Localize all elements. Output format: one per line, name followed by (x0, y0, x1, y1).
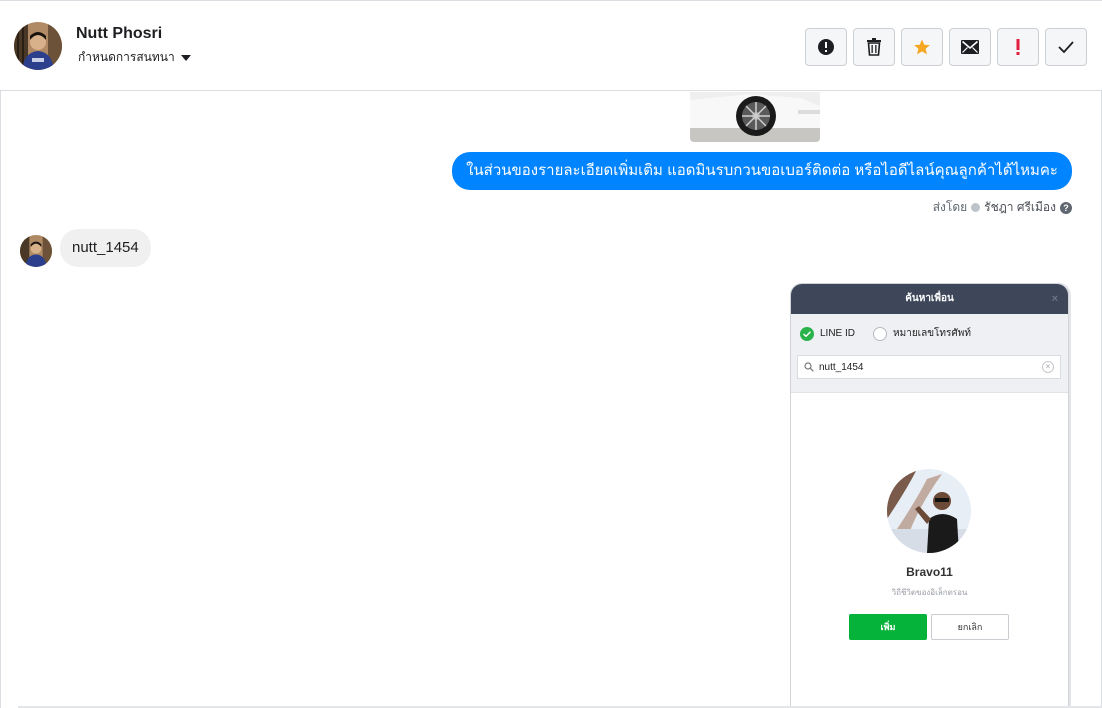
mark-unread-button[interactable] (949, 28, 991, 66)
line-result: Bravo11 วิถีชีวิตของอิเล็กตรอน เพิ่ม ยกเ… (791, 393, 1068, 708)
friend-status: วิถีชีวิตของอิเล็กตรอน (891, 588, 968, 597)
sent-by-prefix: ส่งโดย (932, 200, 968, 214)
sender-avatar[interactable] (20, 235, 52, 267)
priority-button[interactable] (997, 28, 1039, 66)
follow-up-button[interactable] (901, 28, 943, 66)
clear-icon: × (1042, 361, 1054, 373)
radio-empty-icon (873, 326, 888, 341)
sent-by-agent[interactable]: รัชฎา ศรีเมือง (984, 198, 1056, 217)
caret-down-icon (180, 54, 191, 61)
contact-name: Nutt Phosri (76, 25, 163, 42)
search-icon (804, 362, 814, 372)
option-line-id: LINE ID (820, 328, 856, 339)
line-add-button: เพิ่ม (849, 614, 927, 640)
trash-icon (867, 38, 881, 56)
alert-circle-icon (818, 39, 834, 55)
star-icon (914, 39, 930, 55)
contact-avatar[interactable] (14, 22, 62, 70)
message-thread: ในส่วนของรายละเอียดเพิ่มเติม แอดมินรบกวน… (0, 92, 1102, 708)
agent-badge-icon (971, 203, 981, 212)
assign-conversation-dropdown[interactable]: กำหนดการสนทนา (78, 48, 191, 67)
delete-button[interactable] (853, 28, 895, 66)
line-cancel-button: ยกเลิก (931, 614, 1009, 640)
conversation-header: Nutt Phosri กำหนดการสนทนา (0, 0, 1102, 91)
help-icon[interactable]: ? (1060, 201, 1072, 214)
line-title-text: ค้นหาเพื่อน (905, 293, 954, 304)
mark-done-button[interactable] (1045, 28, 1087, 66)
header-actions (805, 28, 1087, 66)
friend-name: Bravo11 (906, 565, 953, 579)
close-icon: × (1051, 293, 1058, 305)
mark-spam-button[interactable] (805, 28, 847, 66)
outgoing-message[interactable]: ในส่วนของรายละเอียดเพิ่มเติม แอดมินรบกวน… (452, 152, 1072, 190)
line-screenshot-attachment[interactable]: ค้นหาเพื่อน × LINE ID หมายเลขโทรศัพท์ nu… (790, 283, 1069, 708)
assign-label: กำหนดการสนทนา (78, 50, 175, 64)
line-search-value: nutt_1454 (819, 361, 864, 373)
line-dialog-title: ค้นหาเพื่อน × (791, 284, 1068, 314)
exclamation-icon (1016, 39, 1020, 55)
search-type-options: LINE ID หมายเลขโทรศัพท์ (800, 326, 971, 341)
line-search-panel: LINE ID หมายเลขโทรศัพท์ nutt_1454 × (791, 314, 1068, 393)
line-search-field: nutt_1454 × (797, 355, 1061, 379)
incoming-message[interactable]: nutt_1454 (60, 229, 151, 267)
envelope-icon (961, 40, 979, 54)
option-phone: หมายเลขโทรศัพท์ (893, 328, 971, 339)
sent-by-info: ส่งโดย รัชฎา ศรีเมือง ? (933, 198, 1072, 217)
car-photo-attachment[interactable] (690, 92, 820, 142)
check-icon (1058, 41, 1074, 53)
friend-avatar (887, 469, 971, 553)
check-circle-icon (800, 326, 814, 341)
